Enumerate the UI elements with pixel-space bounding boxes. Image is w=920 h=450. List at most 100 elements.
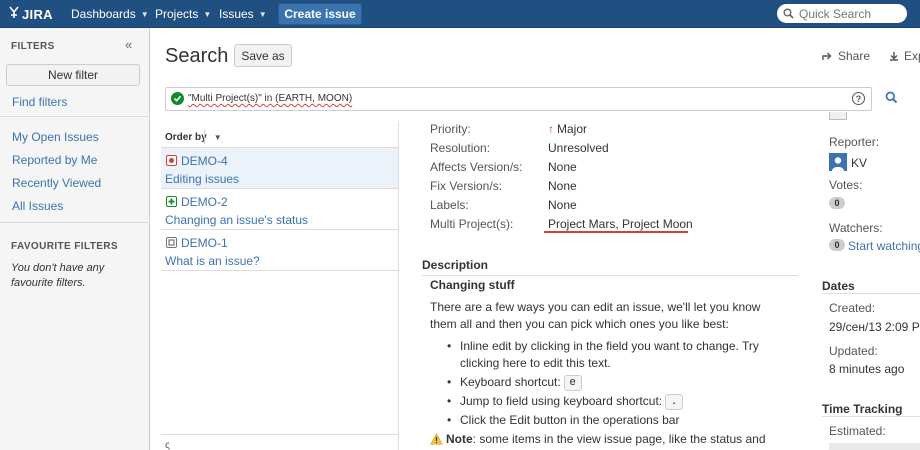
jira-logo[interactable]: JIRA — [8, 5, 53, 23]
bullet-text[interactable]: Keyboard shortcut: — [460, 375, 561, 389]
estimated-label: Estimated: — [829, 424, 886, 438]
nav-projects-label: Projects — [155, 7, 199, 21]
priority-major-icon: ↑ — [548, 122, 554, 136]
affects-version-value[interactable]: None — [548, 160, 577, 174]
highlight-underline — [544, 231, 688, 233]
nav-dashboards[interactable]: Dashboards ▼ — [71, 0, 149, 28]
search-button[interactable] — [885, 91, 898, 104]
nav-dashboards-label: Dashboards — [71, 7, 136, 21]
quick-search-input[interactable]: Quick Search — [777, 4, 907, 23]
updated-value: 8 minutes ago — [829, 362, 905, 376]
list-item: Inline edit by clicking in the field you… — [430, 338, 780, 372]
filter-recently-viewed[interactable]: Recently Viewed — [12, 176, 101, 190]
dates-divider — [822, 293, 920, 294]
fix-version-label: Fix Version/s: — [430, 179, 503, 193]
description-list: Inline edit by clicking in the field you… — [430, 338, 780, 431]
filter-all-issues[interactable]: All Issues — [12, 199, 63, 213]
labels-label: Labels: — [430, 198, 469, 212]
list-divider — [161, 434, 398, 435]
share-button[interactable]: Share — [822, 49, 870, 63]
valid-query-icon — [171, 92, 184, 105]
jql-query-input[interactable]: "Multi Project(s)" in (EARTH, MOON) ? — [165, 87, 872, 111]
issue-key[interactable]: DEMO-4 — [181, 154, 228, 168]
start-watching-link[interactable]: Start watching t — [848, 239, 920, 253]
filters-sidebar: FILTERS « New filter Find filters My Ope… — [0, 28, 150, 450]
user-icon — [832, 157, 844, 171]
list-panel-border — [398, 122, 399, 450]
reporter-name[interactable]: KV — [851, 156, 867, 170]
create-issue-button[interactable]: Create issue — [278, 3, 362, 25]
bullet-text[interactable]: Click the Edit button in the operations … — [460, 413, 679, 427]
resolution-label: Resolution: — [430, 141, 491, 155]
issue-key[interactable]: DEMO-2 — [181, 195, 228, 209]
issue-summary[interactable]: What is an issue? — [165, 254, 260, 268]
time-tracking-divider — [822, 416, 920, 417]
bug-icon — [166, 155, 177, 166]
issue-key[interactable]: DEMO-1 — [181, 236, 228, 250]
resolution-value: Unresolved — [548, 141, 609, 155]
jira-logo-icon — [8, 6, 20, 22]
filter-my-open-issues[interactable]: My Open Issues — [12, 130, 99, 144]
order-by-separator — [204, 130, 205, 144]
watchers-count-badge[interactable]: 0 — [829, 239, 845, 251]
logo-text: JIRA — [22, 6, 53, 22]
created-value: 29/сен/13 2:09 PM — [829, 320, 920, 334]
share-label: Share — [838, 49, 871, 63]
updated-label: Updated: — [829, 344, 878, 358]
favourite-filters-heading: FAVOURITE FILTERS — [11, 241, 118, 252]
search-icon — [885, 91, 898, 104]
share-icon — [822, 51, 833, 61]
priority-label: Priority: — [430, 122, 471, 136]
keyboard-key: . — [665, 393, 684, 410]
nav-projects[interactable]: Projects ▼ — [155, 0, 211, 28]
issue-list-item[interactable]: DEMO-1 What is an issue? — [161, 230, 398, 271]
nav-issues-label: Issues — [219, 7, 254, 21]
find-filters-link[interactable]: Find filters — [12, 95, 67, 109]
filter-reported-by-me[interactable]: Reported by Me — [12, 153, 97, 167]
created-label: Created: — [829, 301, 876, 315]
description-title[interactable]: Changing stuff — [430, 278, 515, 292]
save-as-button[interactable]: Save as — [234, 44, 292, 67]
sidebar-divider — [0, 116, 150, 117]
multi-project-value[interactable]: Project Mars, Project Moon — [548, 217, 693, 231]
watchers-label: Watchers: — [829, 221, 883, 235]
quick-search-placeholder: Quick Search — [799, 6, 872, 21]
description-paragraph[interactable]: There are a few ways you can edit an iss… — [430, 299, 775, 333]
export-button[interactable]: Exp — [889, 49, 920, 63]
estimated-progress-bar — [829, 443, 920, 450]
issue-list-item[interactable]: DEMO-4 Editing issues — [161, 148, 398, 189]
bullet-text[interactable]: Jump to field using keyboard shortcut: — [460, 394, 662, 408]
description-divider — [422, 275, 798, 276]
collapse-sidebar-icon[interactable]: « — [125, 37, 132, 52]
issue-summary[interactable]: Editing issues — [165, 172, 239, 186]
issue-summary[interactable]: Changing an issue's status — [165, 213, 308, 227]
refresh-icon[interactable]: ς — [165, 440, 170, 450]
top-navigation-bar: JIRA Dashboards ▼ Projects ▼ Issues ▼ Cr… — [0, 0, 920, 28]
note-paragraph: Note: some items in the view issue page,… — [430, 432, 766, 446]
chevron-down-icon: ▼ — [203, 9, 212, 19]
nav-issues[interactable]: Issues ▼ — [219, 0, 267, 28]
favourite-filters-empty-text: You don't have any favourite filters. — [11, 262, 105, 289]
sidebar-divider — [0, 222, 150, 223]
chevron-down-icon: ▼ — [213, 133, 222, 142]
warning-icon — [430, 433, 443, 445]
labels-value[interactable]: None — [548, 198, 577, 212]
help-icon[interactable]: ? — [852, 92, 865, 105]
order-by-dropdown[interactable]: Order by ▼ — [165, 132, 222, 143]
search-icon — [783, 8, 794, 19]
note-label: Note — [446, 432, 473, 446]
export-label: Exp — [904, 49, 920, 63]
task-icon — [166, 237, 177, 248]
avatar[interactable] — [829, 153, 847, 171]
votes-count-badge[interactable]: 0 — [829, 197, 845, 209]
bullet-text[interactable]: Inline edit by clicking in the field you… — [460, 339, 759, 370]
chevron-down-icon: ▼ — [258, 9, 267, 19]
list-item: Click the Edit button in the operations … — [430, 412, 780, 429]
new-filter-button[interactable]: New filter — [6, 64, 140, 86]
order-by-label: Order by — [165, 132, 207, 143]
dates-heading: Dates — [822, 279, 855, 293]
fix-version-value[interactable]: None — [548, 179, 577, 193]
issue-list-item[interactable]: DEMO-2 Changing an issue's status — [161, 189, 398, 230]
time-tracking-heading: Time Tracking — [822, 402, 903, 416]
export-icon — [889, 51, 899, 61]
